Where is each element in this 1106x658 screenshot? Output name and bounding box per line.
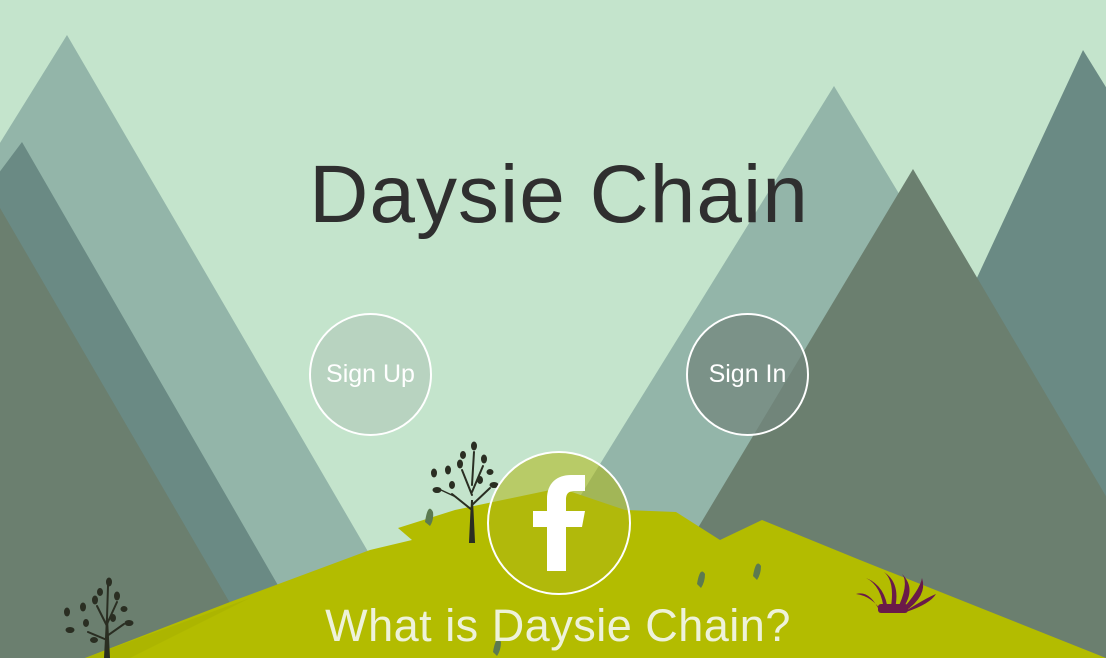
page-title: Daysie Chain bbox=[309, 149, 809, 240]
sign-in-button[interactable]: Sign In bbox=[686, 313, 809, 436]
what-is-heading: What is Daysie Chain? bbox=[325, 600, 791, 651]
sign-up-label: Sign Up bbox=[326, 360, 415, 388]
facebook-login-button[interactable] bbox=[487, 451, 631, 595]
sign-up-button[interactable]: Sign Up bbox=[309, 313, 432, 436]
facebook-icon bbox=[533, 475, 585, 571]
sign-in-label: Sign In bbox=[708, 360, 787, 388]
